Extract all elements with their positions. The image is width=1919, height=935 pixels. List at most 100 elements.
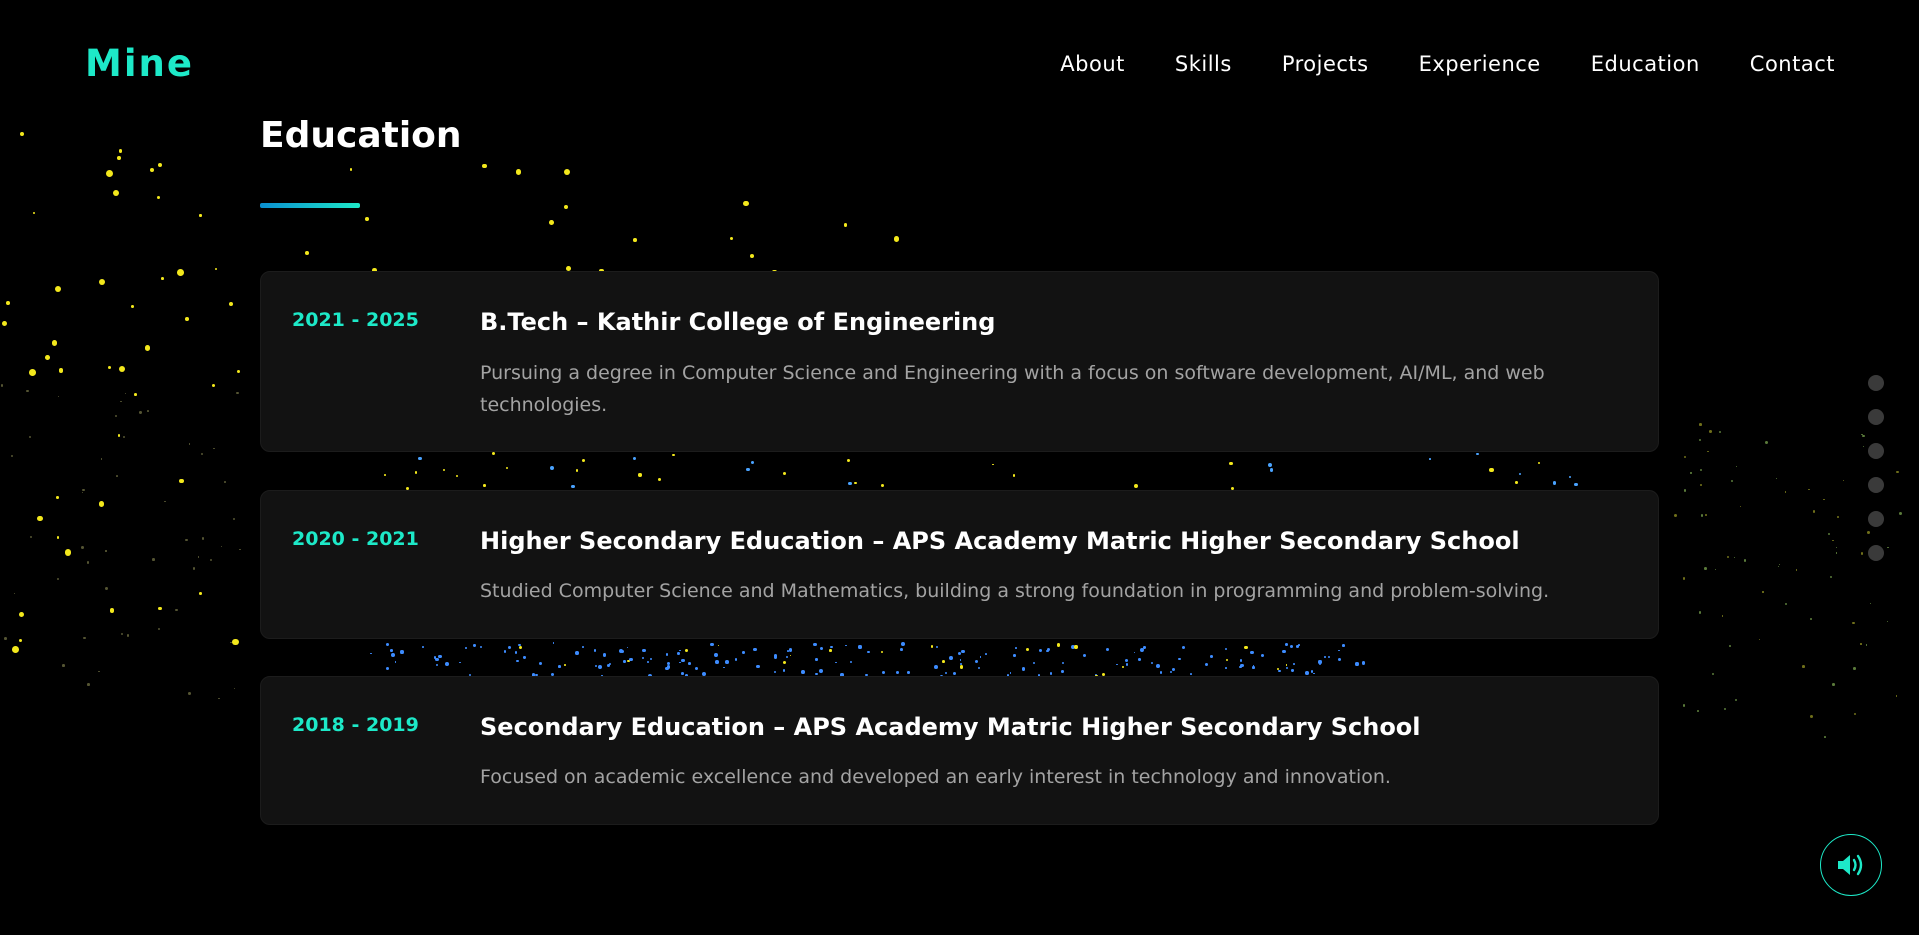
star-particle [209,558,212,561]
star-particle [1734,556,1736,558]
star-particle [1711,672,1714,675]
star-particle [1312,672,1315,675]
star-particle [882,671,886,675]
star-particle [385,666,390,671]
star-particle [1739,505,1741,507]
section-dot[interactable] [1868,511,1884,527]
speaker-icon [1838,854,1863,876]
star-particle [1125,663,1129,666]
star-particle [1887,621,1889,623]
star-particle [161,277,165,281]
star-particle [558,665,561,668]
star-particle [788,648,793,652]
star-particle [1758,638,1761,640]
star-particle [1286,667,1289,670]
star-particle [896,670,900,674]
star-particle [491,452,495,455]
star-particle [1719,430,1722,433]
section-dot[interactable] [1868,409,1884,425]
star-particle [1726,555,1729,558]
star-particle [1518,473,1521,476]
nav-link-skills[interactable]: Skills [1175,52,1232,76]
star-particle [514,651,518,654]
star-particle [1225,658,1228,661]
star-particle [725,660,729,664]
nav-link-about[interactable]: About [1060,52,1125,76]
star-particle [144,344,151,351]
star-particle [685,648,689,652]
star-particle [1715,568,1717,570]
star-particle [676,651,680,655]
star-particle [801,670,805,674]
nav-link-experience[interactable]: Experience [1419,52,1541,76]
star-particle [29,535,33,539]
star-particle [1239,659,1243,662]
star-particle [400,650,404,654]
nav-link-contact[interactable]: Contact [1750,52,1835,76]
star-particle [1862,434,1865,438]
star-particle [1869,602,1872,605]
star-particle [215,268,218,271]
nav-link-projects[interactable]: Projects [1282,52,1369,76]
star-particle [1795,569,1798,571]
star-particle [58,368,64,373]
section-dot[interactable] [1868,545,1884,561]
star-particle [116,475,119,477]
sound-toggle-button[interactable] [1820,834,1882,896]
star-particle [221,545,223,547]
star-particle [118,365,126,372]
star-particle [459,661,462,664]
star-particle [1239,665,1242,669]
star-particle [1,321,7,327]
nav-link-education[interactable]: Education [1591,52,1700,76]
star-particle [1137,658,1141,662]
star-particle [750,253,755,258]
education-description: Focused on academic excellence and devel… [480,766,1391,788]
star-particle [984,653,987,656]
star-particle [82,488,85,492]
star-particle [1070,644,1075,649]
star-particle [1285,664,1288,666]
star-particle [1708,429,1712,433]
star-particle [819,669,824,673]
star-particle [1014,647,1017,650]
section-dot[interactable] [1868,477,1884,493]
star-particle [900,648,904,652]
star-particle [1764,441,1768,444]
star-particle [422,646,424,649]
site-logo[interactable]: Mine [85,42,194,85]
star-particle [118,149,122,153]
star-particle [843,223,848,228]
title-underline [260,203,360,208]
star-particle [593,649,596,652]
star-particle [518,645,522,649]
section-dot[interactable] [1868,443,1884,459]
star-particle [1775,477,1777,479]
section-dot[interactable] [1868,375,1884,391]
star-particle [1861,433,1863,436]
star-particle [952,671,957,676]
star-particle [1809,714,1813,718]
star-particle [120,400,122,402]
star-particle [1267,462,1273,468]
star-particle [1895,695,1898,698]
page: Mine About Skills Projects Experience Ed… [0,0,1919,935]
star-particle [1240,663,1244,668]
star-particle [571,485,575,489]
section-title: Education [260,115,462,156]
star-particle [1224,647,1227,650]
star-particle [1155,663,1160,668]
star-particle [538,661,543,665]
star-particle [564,169,571,175]
star-particle [1552,481,1557,485]
star-particle [1784,491,1787,493]
star-particle [623,660,626,663]
star-particle [1697,710,1699,713]
star-particle [82,491,84,493]
star-particle [100,458,103,460]
star-particle [149,168,154,173]
star-particle [232,639,239,646]
star-particle [1033,662,1036,665]
star-particle [715,660,719,664]
star-particle [1853,712,1857,716]
